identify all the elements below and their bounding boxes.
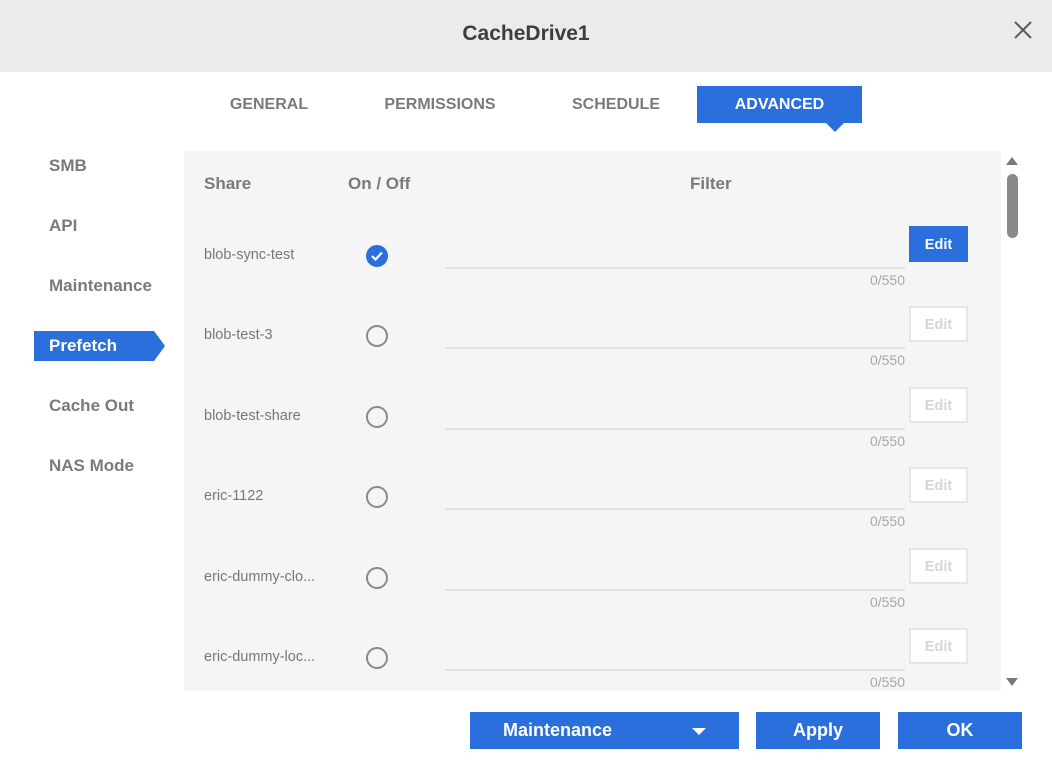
tab-schedule[interactable]: SCHEDULE: [540, 86, 692, 123]
table-row: eric-dummy-loc... 0/550 Edit: [184, 628, 1001, 691]
filter-char-counter: 0/550: [869, 272, 905, 288]
edit-filter-button[interactable]: Edit: [909, 226, 968, 262]
sidebar-item-nas-mode[interactable]: NAS Mode: [34, 451, 154, 481]
filter-input[interactable]: [445, 428, 905, 430]
window-title: CacheDrive1: [462, 22, 590, 45]
prefetch-toggle[interactable]: [366, 486, 388, 508]
tab-general[interactable]: GENERAL: [200, 86, 338, 123]
column-header-share: Share: [204, 174, 252, 193]
prefetch-toggle[interactable]: [366, 567, 388, 589]
scrollbar-thumb[interactable]: [1007, 174, 1018, 238]
filter-input[interactable]: [445, 589, 905, 591]
ok-button[interactable]: OK: [898, 712, 1022, 749]
filter-input[interactable]: [445, 267, 905, 269]
share-name: eric-dummy-clo...: [204, 569, 316, 585]
scroll-up-arrow-icon[interactable]: [1006, 157, 1018, 165]
title-bar: CacheDrive1: [0, 0, 1052, 72]
column-header-filter: Filter: [690, 174, 732, 193]
sidebar-item-maintenance[interactable]: Maintenance: [34, 271, 154, 301]
filter-input[interactable]: [445, 508, 905, 510]
prefetch-toggle-checked[interactable]: [366, 245, 388, 267]
tab-advanced[interactable]: ADVANCED: [697, 86, 862, 123]
filter-char-counter: 0/550: [869, 594, 905, 610]
sidebar-item-cache-out[interactable]: Cache Out: [34, 391, 154, 421]
share-name: blob-test-share: [204, 408, 301, 424]
share-name: blob-sync-test: [204, 247, 295, 263]
edit-filter-button[interactable]: Edit: [909, 467, 968, 503]
filter-char-counter: 0/550: [869, 513, 905, 529]
check-icon: [371, 251, 383, 262]
filter-char-counter: 0/550: [869, 433, 905, 449]
share-name: eric-dummy-loc...: [204, 649, 316, 665]
active-sidebar-indicator: [154, 331, 165, 361]
active-tab-indicator: [826, 123, 844, 132]
sidebar-item-smb[interactable]: SMB: [34, 151, 154, 181]
chevron-down-icon: [692, 728, 706, 735]
close-icon[interactable]: [1011, 18, 1035, 42]
edit-filter-button[interactable]: Edit: [909, 548, 968, 584]
edit-filter-button[interactable]: Edit: [909, 306, 968, 342]
filter-input[interactable]: [445, 347, 905, 349]
maintenance-dropdown[interactable]: Maintenance: [470, 712, 739, 749]
maintenance-dropdown-label: Maintenance: [503, 720, 613, 740]
prefetch-panel: Share On / Off Filter blob-sync-test 0/5…: [184, 151, 1001, 691]
sidebar-item-api[interactable]: API: [34, 211, 154, 241]
share-name: eric-1122: [204, 488, 264, 504]
edit-filter-button[interactable]: Edit: [909, 628, 968, 664]
apply-button[interactable]: Apply: [756, 712, 880, 749]
sidebar-item-prefetch[interactable]: Prefetch: [34, 331, 154, 361]
table-row: blob-test-3 0/550 Edit: [184, 306, 1001, 399]
prefetch-toggle[interactable]: [366, 647, 388, 669]
filter-char-counter: 0/550: [869, 674, 905, 690]
filter-char-counter: 0/550: [869, 352, 905, 368]
scroll-down-arrow-icon[interactable]: [1006, 678, 1018, 686]
column-header-onoff: On / Off: [348, 174, 411, 193]
table-row: blob-sync-test 0/550 Edit: [184, 226, 1001, 319]
prefetch-toggle[interactable]: [366, 325, 388, 347]
share-name: blob-test-3: [204, 327, 273, 343]
table-row: blob-test-share 0/550 Edit: [184, 387, 1001, 480]
table-row: eric-1122 0/550 Edit: [184, 467, 1001, 560]
filter-input[interactable]: [445, 669, 905, 671]
table-row: eric-dummy-clo... 0/550 Edit: [184, 548, 1001, 641]
prefetch-toggle[interactable]: [366, 406, 388, 428]
tab-permissions[interactable]: PERMISSIONS: [356, 86, 524, 123]
edit-filter-button[interactable]: Edit: [909, 387, 968, 423]
